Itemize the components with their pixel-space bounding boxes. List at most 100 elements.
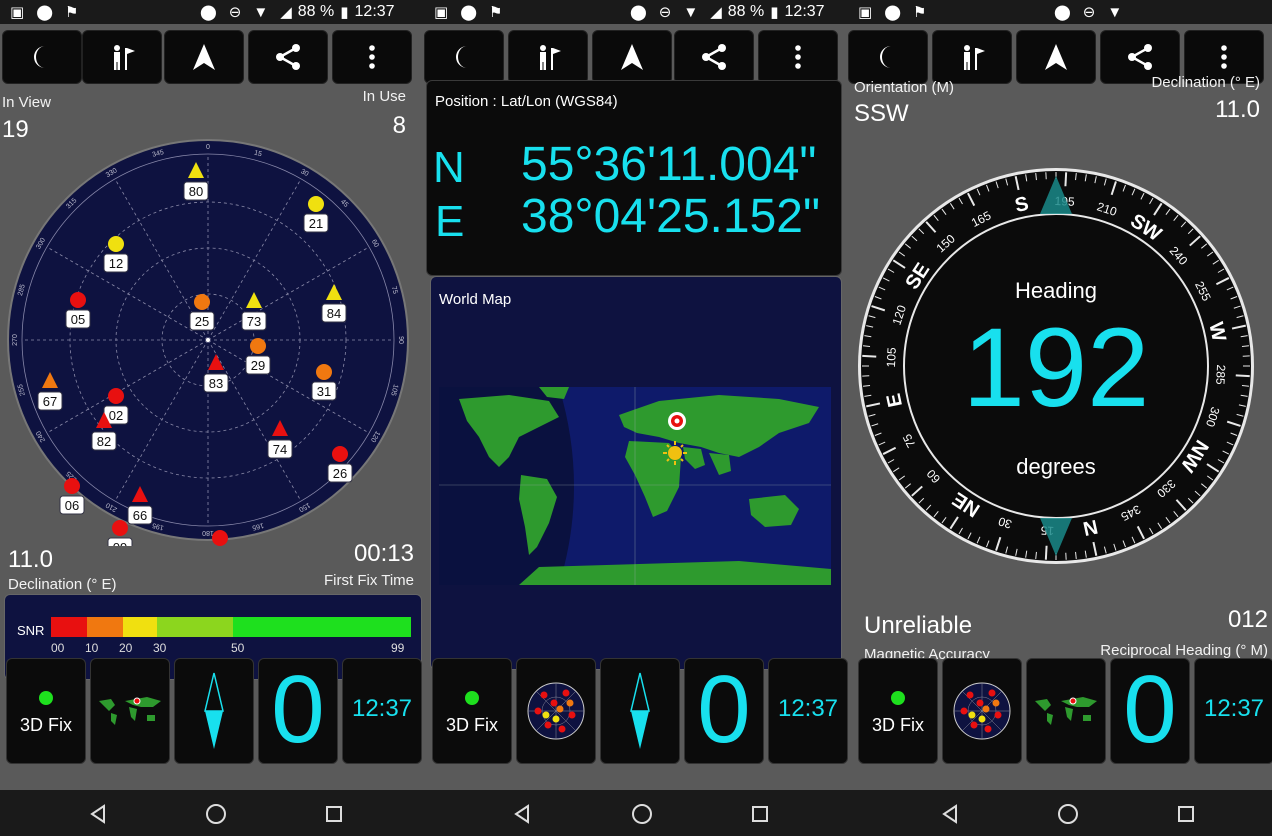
compass-dial-label: 285	[1213, 364, 1228, 385]
more-options-button[interactable]	[758, 30, 838, 84]
world-map-panel[interactable]: World Map	[430, 276, 842, 670]
satellite-id: 66	[133, 508, 147, 523]
world-map-thumbnail	[99, 697, 161, 725]
night-mode-button[interactable]	[2, 30, 82, 84]
gps-fix-tile[interactable]: 3D Fix	[858, 658, 938, 764]
flag-icon: ⚑	[912, 4, 927, 21]
satellites-used-tile[interactable]: 0	[1110, 658, 1190, 764]
clock-value: 12:37	[1203, 695, 1265, 722]
reciprocal-heading-label: Reciprocal Heading (° M)	[1100, 642, 1268, 659]
satellite-id: 73	[247, 314, 261, 329]
location-icon: ⬤	[460, 4, 477, 21]
gps-fix-tile[interactable]: 3D Fix	[432, 658, 512, 764]
fix-label: 3D Fix	[445, 715, 498, 735]
sky-view-thumbnail	[953, 682, 1011, 740]
satellite-id: 82	[97, 434, 111, 449]
fix-status-dot	[39, 691, 53, 705]
share-button[interactable]	[248, 30, 328, 84]
location-icon: ⬤	[884, 4, 901, 21]
image-icon: ▣	[434, 4, 449, 21]
share-button[interactable]	[674, 30, 754, 84]
share-icon	[1128, 44, 1152, 70]
back-button[interactable]	[930, 794, 970, 834]
home-button[interactable]	[622, 794, 662, 834]
snr-tick-label: 30	[153, 641, 167, 655]
snr-tick-label: 20	[119, 641, 133, 655]
sky-degree-label: 90	[397, 336, 404, 344]
satellite-id: 83	[209, 376, 223, 391]
clock-value: 12:37	[351, 695, 413, 722]
system-nav-bar	[0, 790, 1272, 836]
battery-icon: ▮	[340, 4, 349, 21]
satellites-used-value: 0	[1123, 658, 1177, 763]
wifi-icon: ▼	[1107, 3, 1123, 21]
satellite-id: 02	[109, 408, 123, 423]
back-triangle-icon	[90, 804, 105, 824]
location-icon: ⬤	[200, 4, 217, 21]
navigate-button[interactable]	[592, 30, 672, 84]
waypoint-button[interactable]	[82, 30, 162, 84]
longitude-value: 38°04'25.152"	[521, 190, 820, 243]
navigation-arrow-icon	[1045, 44, 1067, 70]
satellite-id: 31	[317, 384, 331, 399]
compass-needle-tile[interactable]	[600, 658, 680, 764]
magnetic-accuracy-value: Unreliable	[864, 612, 973, 639]
recents-square-icon	[752, 806, 768, 822]
sky-degree-label: 270	[12, 334, 19, 346]
status-left-icons-3: ▣ ⬤ ⚑	[852, 0, 932, 24]
moon-icon	[880, 46, 891, 68]
sky-view-thumbnail	[527, 682, 585, 740]
gps-fix-tile[interactable]: 3D Fix	[6, 658, 86, 764]
recents-button[interactable]	[740, 794, 780, 834]
sky-degree-label: 180	[202, 529, 214, 536]
night-mode-button[interactable]	[424, 30, 504, 84]
compass-needle-tile[interactable]	[174, 658, 254, 764]
sky-view-tile[interactable]	[942, 658, 1022, 764]
home-button[interactable]	[1048, 794, 1088, 834]
fix-status-dot	[465, 691, 479, 705]
person-flag-icon	[114, 45, 135, 70]
more-options-button[interactable]	[332, 30, 412, 84]
declination-label: Declination (° E)	[8, 576, 117, 593]
person-flag-icon	[964, 45, 985, 70]
wifi-icon: ▼	[253, 3, 269, 21]
clock-tile[interactable]: 12:37	[342, 658, 422, 764]
waypoint-button[interactable]	[932, 30, 1012, 84]
world-map-tile[interactable]	[1026, 658, 1106, 764]
back-button[interactable]	[78, 794, 118, 834]
satellites-used-tile[interactable]: 0	[258, 658, 338, 764]
clock-tile[interactable]: 12:37	[1194, 658, 1272, 764]
satellite-id: 06	[65, 498, 79, 513]
navigate-button[interactable]	[164, 30, 244, 84]
flag-icon: ⚑	[64, 4, 79, 21]
waypoint-button[interactable]	[508, 30, 588, 84]
navigate-button[interactable]	[1016, 30, 1096, 84]
compass-needle-icon	[204, 672, 224, 749]
share-icon	[276, 44, 300, 70]
more-vert-icon	[1221, 45, 1227, 69]
sky-view-tile[interactable]	[516, 658, 596, 764]
first-fix-time-label: First Fix Time	[324, 572, 414, 589]
fix-label: 3D Fix	[871, 715, 924, 735]
battery-text: 88 %	[727, 3, 765, 20]
world-map-label: World Map	[439, 291, 512, 308]
satellites-used-tile[interactable]: 0	[684, 658, 764, 764]
clock-value: 12:37	[777, 695, 839, 722]
compass-dial[interactable]: N1530NE6075E105120SE150165S195210SW24025…	[856, 166, 1256, 566]
satellite-id: 26	[333, 466, 347, 481]
battery-text: 88 %	[297, 3, 335, 20]
recents-button[interactable]	[1166, 794, 1206, 834]
status-right-group-1: ⬤ ⊖ ▼ ◢ 88 % ▮ 12:37	[194, 0, 395, 24]
recents-button[interactable]	[314, 794, 354, 834]
home-button[interactable]	[196, 794, 236, 834]
status-bar: ▣ ⬤ ⚑ ⬤ ⊖ ▼ ◢ 88 % ▮ 12:37 ▣ ⬤ ⚑ ⬤ ⊖ ▼ ◢…	[0, 0, 1272, 24]
back-button[interactable]	[502, 794, 542, 834]
world-map-thumbnail	[1035, 697, 1097, 725]
night-mode-button[interactable]	[848, 30, 928, 84]
more-vert-icon	[369, 45, 375, 69]
world-map-tile[interactable]	[90, 658, 170, 764]
satellite-id: 84	[327, 306, 341, 321]
clock-tile[interactable]: 12:37	[768, 658, 848, 764]
sky-view[interactable]: 0153045607590105120135150165180195210225…	[4, 136, 412, 546]
snr-tick-label: 99	[391, 641, 405, 655]
